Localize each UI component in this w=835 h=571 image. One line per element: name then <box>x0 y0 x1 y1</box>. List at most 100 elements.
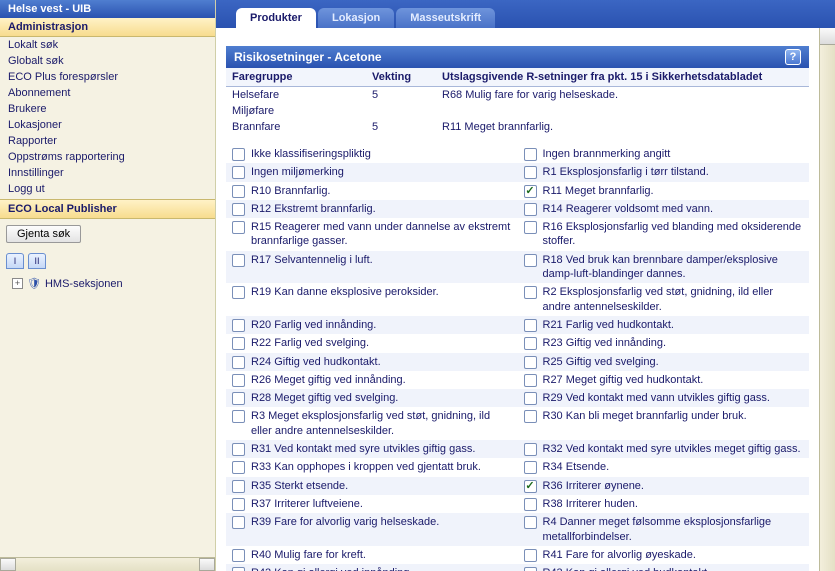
check-row: R17 Selvantennelig i luft.R18 Ved bruk k… <box>226 251 809 284</box>
checkbox[interactable] <box>232 286 245 299</box>
checkbox[interactable] <box>524 337 537 350</box>
cell-utslag: R11 Meget brannfarlig. <box>436 119 809 135</box>
checkbox[interactable] <box>524 166 537 179</box>
checkbox[interactable] <box>524 356 537 369</box>
nav-item-abonnement[interactable]: Abonnement <box>0 85 215 101</box>
tab-masseutskrift[interactable]: Masseutskrift <box>396 8 495 28</box>
nav-item-logg-ut[interactable]: Logg ut <box>0 181 215 197</box>
nav-item-lokalt-sok[interactable]: Lokalt søk <box>0 37 215 53</box>
checkbox[interactable] <box>524 567 537 571</box>
check-cell: R2 Eksplosjonsfarlig ved støt, gnidning,… <box>518 283 810 316</box>
check-cell: R36 Irriterer øynene. <box>518 477 810 495</box>
check-row: R22 Farlig ved svelging.R23 Giftig ved i… <box>226 334 809 352</box>
checkbox-label: R38 Irriterer huden. <box>543 497 638 511</box>
checkbox[interactable] <box>524 410 537 423</box>
checkbox[interactable] <box>524 461 537 474</box>
checkbox[interactable] <box>524 443 537 456</box>
nav-item-globalt-sok[interactable]: Globalt søk <box>0 53 215 69</box>
checkbox[interactable] <box>524 374 537 387</box>
sidebar-horizontal-scrollbar[interactable] <box>0 557 215 571</box>
checkbox[interactable] <box>232 410 245 423</box>
help-icon[interactable]: ? <box>785 49 801 65</box>
checkbox[interactable] <box>524 480 537 493</box>
check-row: R10 Brannfarlig.R11 Meget brannfarlig. <box>226 182 809 200</box>
checkbox[interactable] <box>232 221 245 234</box>
checkbox-label: Ingen brannmerking angitt <box>543 147 671 161</box>
checkbox[interactable] <box>232 498 245 511</box>
check-cell: R25 Giftig ved svelging. <box>518 353 810 371</box>
tree-node-hms[interactable]: + 🛡 HMS-seksjonen <box>6 275 209 292</box>
nav-item-brukere[interactable]: Brukere <box>0 101 215 117</box>
checkbox-label: R37 Irriterer luftveiene. <box>251 497 363 511</box>
checkbox[interactable] <box>232 166 245 179</box>
checkbox[interactable] <box>232 549 245 562</box>
checkbox-label: R33 Kan opphopes i kroppen ved gjentatt … <box>251 460 481 474</box>
checkbox-label: R11 Meget brannfarlig. <box>543 184 654 198</box>
checkbox[interactable] <box>232 254 245 267</box>
checkbox[interactable] <box>232 516 245 529</box>
nav-item-lokasjoner[interactable]: Lokasjoner <box>0 117 215 133</box>
tree-node-label: HMS-seksjonen <box>45 278 123 290</box>
checkbox[interactable] <box>524 286 537 299</box>
nav-item-innstillinger[interactable]: Innstillinger <box>0 165 215 181</box>
checkbox[interactable] <box>524 498 537 511</box>
check-row: R12 Ekstremt brannfarlig.R14 Reagerer vo… <box>226 200 809 218</box>
faregruppe-table: Faregruppe Vekting Utslagsgivende R-setn… <box>226 68 809 135</box>
nav-item-rapporter[interactable]: Rapporter <box>0 133 215 149</box>
checkbox[interactable] <box>524 392 537 405</box>
cell-utslag: R68 Mulig fare for varig helseskade. <box>436 87 809 104</box>
checkbox-label: R30 Kan bli meget brannfarlig under bruk… <box>543 409 747 423</box>
tab-lokasjon[interactable]: Lokasjon <box>318 8 394 28</box>
check-cell: R19 Kan danne eksplosive peroksider. <box>226 283 518 316</box>
check-row: R39 Fare for alvorlig varig helseskade.R… <box>226 513 809 546</box>
checkbox[interactable] <box>232 374 245 387</box>
checkbox-label: R19 Kan danne eksplosive peroksider. <box>251 285 439 299</box>
checkbox[interactable] <box>232 148 245 161</box>
check-cell: R32 Ved kontakt med syre utvikles meget … <box>518 440 810 458</box>
check-row: R15 Reagerer med vann under dannelse av … <box>226 218 809 251</box>
cell-vekting: 5 <box>366 87 436 104</box>
checkbox[interactable] <box>232 337 245 350</box>
checkbox[interactable] <box>524 254 537 267</box>
table-row: Helsefare5R68 Mulig fare for varig helse… <box>226 87 809 104</box>
checkbox[interactable] <box>524 549 537 562</box>
check-cell: R43 Kan gi allergi ved hudkontakt. <box>518 564 810 571</box>
checkbox[interactable] <box>232 443 245 456</box>
checkbox[interactable] <box>232 203 245 216</box>
checkbox[interactable] <box>524 148 537 161</box>
checkbox[interactable] <box>524 203 537 216</box>
checkbox-label: Ikke klassifiseringspliktig <box>251 147 371 161</box>
nav-item-oppstroms[interactable]: Oppstrøms rapportering <box>0 149 215 165</box>
checkbox-label: R23 Giftig ved innånding. <box>543 336 667 350</box>
checkbox[interactable] <box>232 461 245 474</box>
check-row: R24 Giftig ved hudkontakt.R25 Giftig ved… <box>226 353 809 371</box>
pager-tab-2[interactable]: II <box>28 253 46 269</box>
cell-gruppe: Brannfare <box>226 119 366 135</box>
checkbox[interactable] <box>232 356 245 369</box>
checkbox[interactable] <box>524 185 537 198</box>
checkbox-label: R34 Etsende. <box>543 460 610 474</box>
repeat-search-button[interactable]: Gjenta søk <box>6 225 81 243</box>
th-vekting: Vekting <box>366 68 436 87</box>
checkbox[interactable] <box>524 319 537 332</box>
expand-icon[interactable]: + <box>12 278 23 289</box>
checkbox[interactable] <box>232 392 245 405</box>
content-vertical-scrollbar[interactable] <box>819 28 835 571</box>
check-row: R26 Meget giftig ved innånding.R27 Meget… <box>226 371 809 389</box>
checkbox[interactable] <box>524 221 537 234</box>
check-row: R37 Irriterer luftveiene. R38 Irriterer h… <box>226 495 809 513</box>
pager-tab-1[interactable]: I <box>6 253 24 269</box>
check-row: R42 Kan gi allergi ved innånding.R43 Kan… <box>226 564 809 571</box>
tab-produkter[interactable]: Produkter <box>236 8 316 28</box>
checkbox[interactable] <box>232 319 245 332</box>
checkbox-label: R25 Giftig ved svelging. <box>543 355 659 369</box>
checkbox[interactable] <box>524 516 537 529</box>
check-cell: R38 Irriterer huden. <box>518 495 810 513</box>
check-cell: R18 Ved bruk kan brennbare damper/eksplo… <box>518 251 810 284</box>
check-row: Ingen miljømerkingR1 Eksplosjonsfarlig i… <box>226 163 809 181</box>
checkbox[interactable] <box>232 185 245 198</box>
nav-list: Lokalt søk Globalt søk ECO Plus forespør… <box>0 37 215 197</box>
nav-item-eco-plus[interactable]: ECO Plus forespørsler <box>0 69 215 85</box>
checkbox[interactable] <box>232 480 245 493</box>
checkbox[interactable] <box>232 567 245 571</box>
